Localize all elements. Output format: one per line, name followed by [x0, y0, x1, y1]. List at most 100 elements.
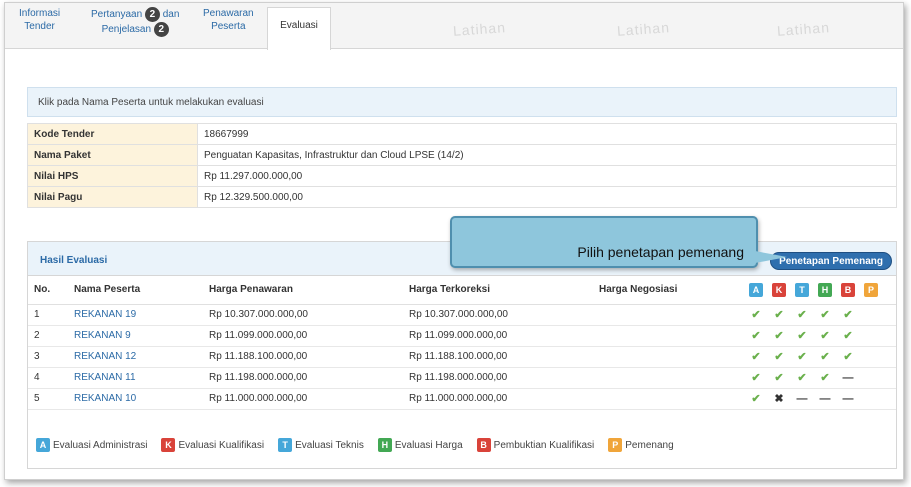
- panel-title: Hasil Evaluasi: [40, 255, 108, 266]
- col-eval-codes: AKTHBP: [743, 276, 896, 305]
- col-negotiated: Harga Negosiasi: [593, 276, 743, 305]
- detail-label: Kode Tender: [27, 123, 198, 145]
- check-icon: ✔: [751, 309, 761, 321]
- table-row: 5 REKANAN 10 Rp 11.000.000.000,00 Rp 11.000…: [28, 388, 896, 410]
- cross-icon: ✖: [774, 393, 784, 405]
- tab-penawaran-peserta[interactable]: Penawaran Peserta: [203, 7, 254, 33]
- peserta-link[interactable]: REKANAN 9: [68, 325, 203, 347]
- row-number: 4: [28, 367, 68, 389]
- penetapan-pemenang-button[interactable]: Penetapan Pemenang: [770, 252, 892, 270]
- col-corrected: Harga Terkoreksi: [403, 276, 593, 305]
- check-icon: ✔: [820, 330, 830, 342]
- row-number: 3: [28, 346, 68, 368]
- count-badge: 2: [144, 7, 160, 22]
- legend-label: Evaluasi Kualifikasi: [178, 439, 265, 451]
- harga-negosiasi: [593, 304, 743, 326]
- check-icon: ✔: [751, 351, 761, 363]
- eval-code-b: B: [841, 282, 855, 297]
- check-icon: ✔: [751, 372, 761, 384]
- evaluation-marks: ✔ ✔ ✔ ✔ —: [743, 367, 896, 389]
- watermark: Latihan: [776, 19, 831, 39]
- tab-label: Penawaran: [203, 8, 254, 19]
- tab-evaluasi[interactable]: Evaluasi: [267, 7, 331, 50]
- col-name: Nama Peserta: [68, 276, 203, 305]
- check-icon: ✔: [797, 330, 807, 342]
- check-icon: ✔: [820, 372, 830, 384]
- eval-code-h: H: [818, 282, 832, 297]
- check-icon: ✔: [751, 393, 761, 405]
- check-icon: ✔: [774, 309, 784, 321]
- check-icon: ✔: [774, 372, 784, 384]
- check-icon: ✔: [820, 309, 830, 321]
- detail-row: Kode Tender 18667999: [27, 123, 897, 145]
- legend-item: B Pembuktian Kualifikasi: [476, 438, 595, 452]
- tender-detail-table: Kode Tender 18667999 Nama Paket Penguata…: [27, 123, 897, 208]
- legend-code: T: [278, 438, 293, 452]
- harga-terkoreksi: Rp 11.188.100.000,00: [403, 346, 593, 368]
- results-table: No. Nama Peserta Harga Penawaran Harga T…: [28, 276, 896, 410]
- detail-label: Nilai Pagu: [27, 186, 198, 208]
- tab-label: Peserta: [211, 21, 246, 32]
- table-row: 3 REKANAN 12 Rp 11.188.100.000,00 Rp 11.188…: [28, 346, 896, 368]
- col-no: No.: [28, 276, 68, 305]
- legend: A Evaluasi Administrasi K Evaluasi Kualifi…: [36, 438, 684, 452]
- legend-label: Evaluasi Teknis: [295, 439, 364, 451]
- check-icon: ✔: [774, 351, 784, 363]
- peserta-link[interactable]: REKANAN 11: [68, 367, 203, 389]
- watermark: Latihan: [616, 19, 671, 39]
- detail-label: Nilai HPS: [27, 165, 198, 187]
- detail-value: 18667999: [197, 123, 897, 145]
- tab-label: Pertanyaan: [91, 9, 143, 21]
- legend-code: A: [36, 438, 50, 452]
- legend-item: H Evaluasi Harga: [377, 438, 463, 452]
- detail-row: Nilai HPS Rp 11.297.000.000,00: [27, 165, 897, 187]
- evaluation-marks: ✔ ✔ ✔ ✔ ✔: [743, 346, 896, 368]
- evaluation-marks: ✔ ✖ — — —: [743, 388, 896, 410]
- dash-icon: —: [796, 393, 808, 405]
- row-number: 2: [28, 325, 68, 347]
- table-row: 1 REKANAN 19 Rp 10.307.000.000,00 Rp 10.307…: [28, 304, 896, 326]
- col-offer: Harga Penawaran: [203, 276, 403, 305]
- tab-label: Penjelasan: [101, 24, 152, 36]
- tab-pertanyaan-penjelasan[interactable]: Pertanyaan 2 dan Penjelasan 2: [91, 7, 179, 37]
- eval-code-t: T: [795, 282, 809, 297]
- harga-terkoreksi: Rp 11.099.000.000,00: [403, 325, 593, 347]
- tab-label: dan: [162, 9, 180, 21]
- legend-item: T Evaluasi Teknis: [278, 438, 364, 452]
- peserta-link[interactable]: REKANAN 19: [68, 304, 203, 326]
- legend-code: P: [608, 438, 623, 452]
- legend-code: B: [476, 438, 491, 452]
- harga-penawaran: Rp 11.198.000.000,00: [203, 367, 403, 389]
- harga-penawaran: Rp 11.099.000.000,00: [203, 325, 403, 347]
- peserta-link[interactable]: REKANAN 10: [68, 388, 203, 410]
- eval-code-a: A: [749, 282, 763, 297]
- legend-code: H: [377, 438, 392, 452]
- detail-value: Rp 11.297.000.000,00: [197, 165, 897, 187]
- legend-label: Pembuktian Kualifikasi: [493, 439, 595, 451]
- check-icon: ✔: [797, 372, 807, 384]
- detail-value: Penguatan Kapasitas, Infrastruktur dan C…: [197, 144, 897, 166]
- legend-item: K Evaluasi Kualifikasi: [161, 438, 264, 452]
- peserta-link[interactable]: REKANAN 12: [68, 346, 203, 368]
- detail-label: Nama Paket: [27, 144, 198, 166]
- tab-informasi-tender[interactable]: Informasi Tender: [19, 7, 60, 33]
- harga-penawaran: Rp 11.000.000.000,00: [203, 388, 403, 410]
- row-number: 5: [28, 388, 68, 410]
- detail-value: Rp 12.329.500.000,00: [197, 186, 897, 208]
- watermark: Latihan: [452, 19, 507, 39]
- tab-label: Tender: [24, 21, 55, 32]
- harga-negosiasi: [593, 325, 743, 347]
- legend-code: K: [161, 438, 176, 452]
- callout-pointer: [755, 251, 787, 263]
- evaluation-marks: ✔ ✔ ✔ ✔ ✔: [743, 325, 896, 347]
- check-icon: ✔: [843, 351, 853, 363]
- tab-bar: Informasi Tender Pertanyaan 2 dan Penjel…: [5, 3, 903, 50]
- callout-box: Pilih penetapan pemenang: [450, 216, 758, 268]
- harga-negosiasi: [593, 388, 743, 410]
- check-icon: ✔: [843, 330, 853, 342]
- detail-row: Nilai Pagu Rp 12.329.500.000,00: [27, 186, 897, 208]
- info-message: Klik pada Nama Peserta untuk melakukan e…: [27, 87, 897, 117]
- row-number: 1: [28, 304, 68, 326]
- app-frame: Informasi Tender Pertanyaan 2 dan Penjel…: [4, 2, 904, 480]
- count-badge: 2: [153, 22, 169, 37]
